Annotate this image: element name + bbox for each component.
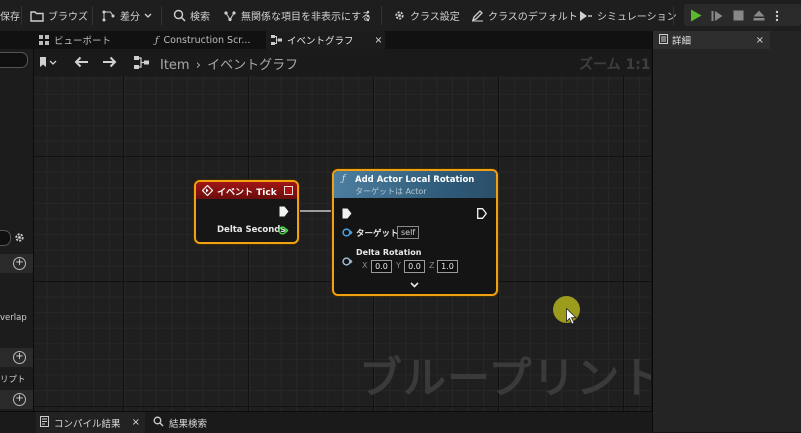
z-value-input[interactable]: 1.0 — [437, 260, 458, 273]
exec-out-pin[interactable] — [477, 208, 488, 222]
expand-chevron-icon[interactable] — [410, 280, 419, 291]
details-icon — [659, 33, 668, 47]
details-panel: 詳細 × — [652, 31, 801, 432]
y-axis-label: Y — [396, 261, 401, 270]
target-value-badge: self — [397, 226, 420, 239]
exec-out-pin[interactable] — [279, 206, 289, 220]
tab-find-results[interactable]: 結果検索 — [150, 412, 255, 433]
float-out-pin[interactable] — [278, 226, 289, 238]
delta-rotation-pin[interactable] — [342, 257, 353, 269]
compile-log-icon — [40, 415, 49, 430]
add-actor-local-rotation-node[interactable]: ƒ Add Actor Local Rotation ターゲットは Actor … — [332, 169, 498, 296]
close-icon[interactable]: × — [756, 35, 764, 46]
delegate-pin-icon[interactable] — [284, 186, 293, 195]
close-icon[interactable]: × — [132, 417, 140, 428]
x-axis-label: X — [362, 261, 368, 270]
pin-label: ターゲット — [356, 229, 399, 239]
event-diamond-icon — [201, 184, 214, 199]
node-title: Add Actor Local Rotation — [355, 175, 475, 185]
z-axis-label: Z — [429, 261, 435, 270]
pin-label: Delta Rotation — [356, 248, 422, 257]
bottom-tab-bar: コンパイル結果 × 結果検索 — [0, 411, 652, 433]
target-pin[interactable] — [342, 228, 353, 240]
node-subtitle: ターゲットは Actor — [355, 187, 427, 196]
pin-label: Delta Seconds — [217, 225, 286, 235]
search-icon — [153, 416, 164, 430]
y-value-input[interactable]: 0.0 — [404, 260, 425, 273]
tab-compile-results[interactable]: コンパイル結果 × — [36, 412, 145, 433]
mouse-cursor-icon — [566, 307, 577, 328]
function-icon: ƒ — [342, 174, 346, 184]
event-tick-node[interactable]: イベント Tick Delta Seconds — [194, 180, 299, 244]
exec-in-pin[interactable] — [342, 208, 352, 222]
node-title: イベント Tick — [217, 188, 277, 198]
tab-details[interactable]: 詳細 × — [653, 31, 770, 49]
x-value-input[interactable]: 0.0 — [371, 260, 392, 273]
